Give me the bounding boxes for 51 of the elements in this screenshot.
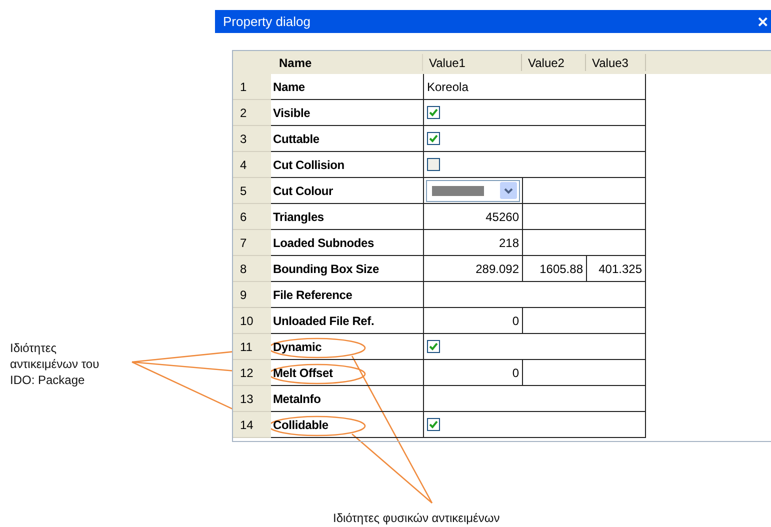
property-name: Cut Colour xyxy=(271,178,423,204)
table-cell: 218 xyxy=(423,230,522,256)
property-name: Cuttable xyxy=(271,126,423,152)
table-cell: 0 xyxy=(423,308,522,334)
table-cell: 45260 xyxy=(423,204,522,230)
close-button[interactable]: ✕ xyxy=(755,14,771,30)
row-number: 14 xyxy=(233,412,271,438)
table-cell: 401.325 xyxy=(586,256,646,282)
row-number: 9 xyxy=(233,282,271,308)
row-number: 4 xyxy=(233,152,271,178)
row-number: 2 xyxy=(233,100,271,126)
column-header[interactable]: Value2 xyxy=(522,54,586,71)
row-number: 8 xyxy=(233,256,271,282)
property-name: Cut Collision xyxy=(271,152,423,178)
row-number: 11 xyxy=(233,334,271,360)
row-number: 12 xyxy=(233,360,271,386)
row-number: 6 xyxy=(233,204,271,230)
column-header[interactable]: Value1 xyxy=(423,54,522,71)
column-header[interactable]: Name xyxy=(271,54,423,71)
window-title: Property dialog xyxy=(223,14,310,29)
property-name: Unloaded File Ref. xyxy=(271,308,423,334)
property-name: Melt Offset xyxy=(271,360,423,386)
row-number: 3 xyxy=(233,126,271,152)
property-name: Collidable xyxy=(271,412,423,438)
table-cell: 1605.88 xyxy=(522,256,586,282)
row-number: 10 xyxy=(233,308,271,334)
property-name: Visible xyxy=(271,100,423,126)
row-number: 7 xyxy=(233,230,271,256)
table-cell: 289.092 xyxy=(423,256,522,282)
caret-icon[interactable] xyxy=(500,182,517,199)
row-number: 5 xyxy=(233,178,271,204)
property-name: Name xyxy=(271,74,423,100)
checkbox[interactable] xyxy=(427,106,440,119)
property-name: Triangles xyxy=(271,204,423,230)
property-name: Bounding Box Size xyxy=(271,256,423,282)
property-name: File Reference xyxy=(271,282,423,308)
property-name: Loaded Subnodes xyxy=(271,230,423,256)
checkbox[interactable] xyxy=(427,158,440,171)
checkbox[interactable] xyxy=(427,340,440,353)
column-header[interactable]: Value3 xyxy=(586,54,646,71)
checkbox[interactable] xyxy=(427,418,440,431)
table-cell: Koreola xyxy=(423,74,646,100)
row-number: 1 xyxy=(233,74,271,100)
property-name: Dynamic xyxy=(271,334,423,360)
callout-label: Ιδιότητες αντικειμένων του IDO: Package xyxy=(10,340,100,388)
property-name: MetaInfo xyxy=(271,386,423,412)
checkbox[interactable] xyxy=(427,132,440,145)
color-dropdown[interactable] xyxy=(426,180,520,202)
row-number: 13 xyxy=(233,386,271,412)
table-cell: 0 xyxy=(423,360,522,386)
callout-label: Ιδιότητες φυσικών αντικειμένων xyxy=(333,510,500,526)
